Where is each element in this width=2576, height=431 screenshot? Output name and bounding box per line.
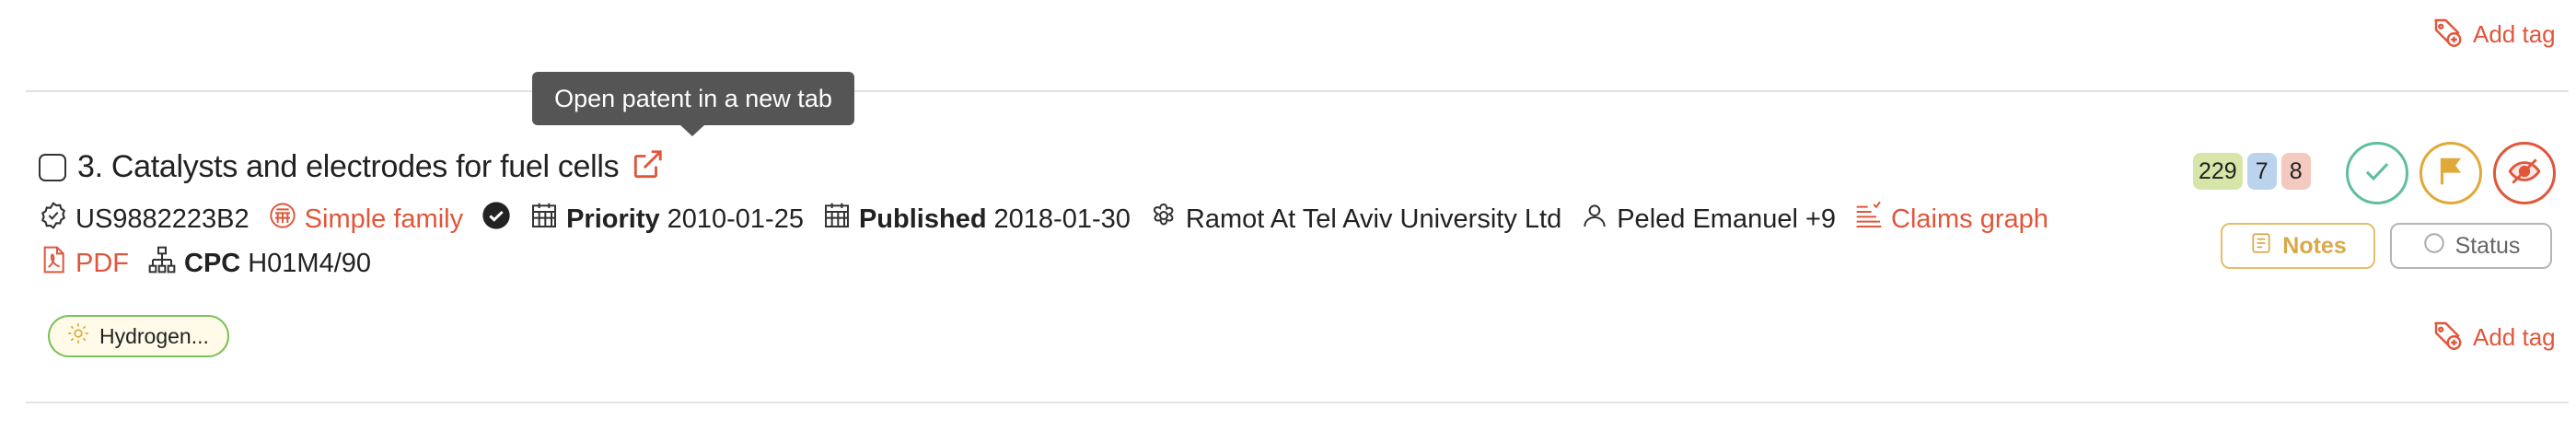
add-tag-button-bottom[interactable]: Add tag <box>2431 318 2556 357</box>
calendar-icon <box>822 201 852 238</box>
assignee-item[interactable]: Ramot At Tel Aviv University Ltd <box>1149 201 1561 238</box>
select-checkbox[interactable] <box>39 153 66 181</box>
calendar-icon <box>529 201 559 238</box>
add-tag-button-top[interactable]: Add tag <box>2431 15 2556 54</box>
tooltip-text: Open patent in a new tab <box>554 84 832 112</box>
badge-check-icon <box>39 201 68 238</box>
notes-label: Notes <box>2282 232 2347 259</box>
cpc-label: CPC <box>184 248 241 278</box>
flag-icon <box>2433 154 2468 193</box>
add-tag-label: Add tag <box>2473 20 2556 48</box>
divider-bottom <box>26 402 2569 403</box>
add-tag-label: Add tag <box>2473 323 2556 351</box>
simple-family-link[interactable]: Simple family <box>268 201 463 238</box>
hide-button[interactable] <box>2493 142 2556 204</box>
patent-number-item: US9882223B2 <box>39 201 249 238</box>
published-date: 2018-01-30 <box>993 204 1131 234</box>
tag-chip-label: Hydrogen... <box>99 323 209 348</box>
status-circle-icon <box>2422 231 2446 262</box>
pdf-link[interactable]: PDF <box>39 245 129 282</box>
tag-chip-hydrogen[interactable]: Hydrogen... <box>48 315 229 357</box>
published-label: Published <box>858 204 987 234</box>
pdf-label: PDF <box>75 248 129 278</box>
published-item: Published 2018-01-30 <box>822 201 1131 238</box>
priority-item: Priority 2010-01-25 <box>529 201 804 238</box>
eye-off-icon <box>2507 154 2542 193</box>
approve-button[interactable] <box>2346 142 2408 204</box>
tooltip: Open patent in a new tab <box>532 72 854 136</box>
priority-date: 2010-01-25 <box>667 204 804 234</box>
person-icon <box>1580 201 1609 238</box>
claims-graph-icon <box>1854 201 1884 238</box>
patent-meta-row: US9882223B2 Simple family Priority 2010-… <box>39 201 2067 238</box>
external-link-icon[interactable] <box>630 147 665 187</box>
flag-button[interactable] <box>2419 142 2482 204</box>
count-badge-red: 8 <box>2280 153 2311 190</box>
status-button[interactable]: Status <box>2390 223 2552 269</box>
tag-gear-icon <box>66 321 90 351</box>
priority-label: Priority <box>566 204 660 234</box>
divider-top <box>26 90 2569 92</box>
family-icon <box>268 201 297 238</box>
notes-button[interactable]: Notes <box>2221 223 2375 269</box>
hierarchy-icon <box>147 245 177 282</box>
status-check-item <box>482 201 511 238</box>
inventor-item[interactable]: Peled Emanuel +9 <box>1580 201 1836 238</box>
cpc-item: CPC H01M4/90 <box>147 245 371 282</box>
tag-plus-icon <box>2431 318 2464 357</box>
tag-plus-icon <box>2431 15 2464 54</box>
notes-icon <box>2249 231 2273 262</box>
patent-number: US9882223B2 <box>75 204 249 234</box>
patent-title-row: 3. Catalysts and electrodes for fuel cel… <box>39 147 665 187</box>
inventor-name: Peled Emanuel +9 <box>1617 204 1837 234</box>
simple-family-label: Simple family <box>304 204 464 234</box>
assignee-icon <box>1149 201 1178 238</box>
check-icon <box>2360 154 2395 193</box>
count-badge-green: 229 <box>2193 153 2243 190</box>
pdf-icon <box>39 245 68 282</box>
claims-graph-link[interactable]: Claims graph <box>1854 201 2048 238</box>
cpc-value: H01M4/90 <box>248 248 372 278</box>
assignee-name: Ramot At Tel Aviv University Ltd <box>1185 204 1562 234</box>
count-badges: 229 7 8 <box>2193 153 2311 190</box>
status-label: Status <box>2454 232 2521 259</box>
claims-graph-label: Claims graph <box>1891 204 2048 234</box>
filled-check-icon <box>482 201 511 238</box>
patent-title[interactable]: 3. Catalysts and electrodes for fuel cel… <box>77 149 620 185</box>
count-badge-blue: 7 <box>2246 153 2277 190</box>
patent-meta-row-2: PDF CPC H01M4/90 <box>39 245 389 282</box>
